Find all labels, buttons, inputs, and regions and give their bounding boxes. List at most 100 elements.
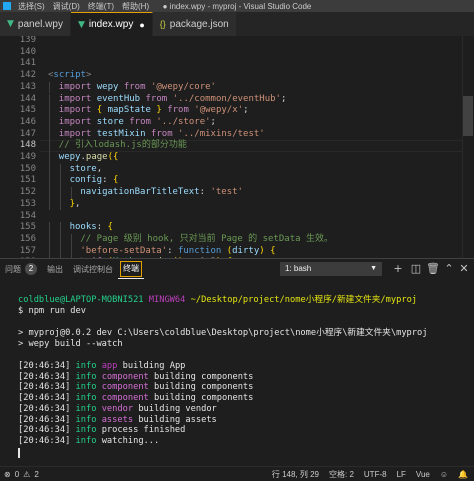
code-token: function (177, 245, 227, 256)
code-token: import (58, 81, 97, 92)
log-time: [20:46:34] (18, 382, 71, 393)
split-terminal-icon[interactable]: ◫ (408, 261, 424, 277)
menu-debug[interactable]: 调试(D) (49, 1, 84, 12)
menu-help[interactable]: 帮助(H) (118, 1, 153, 12)
unsaved-dot-icon[interactable]: ● (139, 20, 144, 30)
log-level: info (75, 371, 97, 382)
log-level: info (75, 382, 97, 393)
log-line: [20:46:34] info watching... (18, 436, 159, 447)
log-message: building components (154, 393, 254, 404)
indent-guide (49, 81, 50, 94)
encoding[interactable]: UTF-8 (364, 470, 387, 479)
log-tag: app (101, 361, 118, 371)
editor-tab-bar: ▼ panel.wpy ▼ index.wpy ● {} package.jso… (0, 12, 474, 36)
trash-icon[interactable]: 🗑 (425, 261, 441, 277)
language-mode[interactable]: Vue (416, 470, 430, 479)
indent-guide (49, 93, 50, 106)
tab-package-json[interactable]: {} package.json (152, 12, 237, 36)
tab-label: index.wpy (88, 19, 134, 30)
menu-selection[interactable]: 选择(S) (14, 1, 49, 12)
tab-index-wpy[interactable]: ▼ index.wpy ● (70, 12, 153, 36)
problems-summary[interactable]: ⊗ 0 ⚠ 2 (0, 470, 39, 479)
line-number: 139 (19, 36, 36, 45)
code-token: from (145, 128, 179, 139)
log-line: [20:46:34] info process finished (18, 425, 185, 436)
tab-label: package.json (169, 18, 229, 30)
code-token: config (69, 175, 103, 186)
code-token: store (96, 116, 124, 127)
code-line: wepy.page({ (59, 152, 119, 164)
close-icon[interactable]: ✕ (456, 261, 472, 277)
code-editor[interactable]: 139 140 141 142 143 144 145 146 147 148 149 150 151 1… (0, 36, 474, 258)
line-ending[interactable]: LF (397, 470, 406, 479)
line-number: 148 (19, 140, 36, 151)
panel-tab-label: 调试控制台 (73, 264, 113, 274)
indent-guide (49, 222, 50, 234)
terminal-scrollbar[interactable] (462, 279, 474, 467)
code-token: from (161, 105, 195, 116)
panel-tab-label: 终端 (123, 264, 139, 273)
code-token: from (123, 116, 157, 127)
panel-tab-terminal[interactable]: 终端 (118, 259, 144, 279)
code-token: ({ (107, 152, 119, 162)
code-token: '../store' (156, 116, 211, 127)
log-tag: component (101, 382, 149, 393)
log-tag: vendor (101, 403, 134, 414)
code-line: import eventHub from '../common/eventHub… (59, 94, 287, 106)
code-token: '../common/eventHub' (172, 93, 281, 104)
cursor-position[interactable]: 行 148, 列 29 (272, 469, 319, 480)
problems-count-badge: 2 (25, 263, 37, 275)
indent-guide (49, 140, 50, 152)
log-level: info (75, 361, 97, 371)
code-token: testMixin (96, 128, 146, 139)
code-token: import (58, 105, 97, 116)
editor-scrollbar[interactable] (462, 36, 474, 258)
code-token: ) { (259, 245, 276, 256)
line-number: 156 (19, 233, 36, 244)
code-line: config: { (70, 175, 119, 187)
code-token: wepy (58, 152, 81, 162)
chevron-up-icon[interactable]: ⌃ (441, 261, 457, 277)
menu-terminal[interactable]: 终端(T) (84, 1, 118, 12)
line-number-gutter: 139 140 141 142 143 144 145 146 147 148 149 150 151 1… (0, 36, 40, 258)
log-time: [20:46:34] (18, 403, 71, 414)
status-bar: ⊗ 0 ⚠ 2 行 148, 列 29 空格: 2 UTF-8 LF Vue ☺… (0, 466, 474, 481)
terminal-shell-select[interactable]: 1: bash ▼ (280, 262, 382, 276)
add-terminal-icon[interactable]: + (390, 261, 406, 277)
panel-header: 问题 2 输出 调试控制台 终端 1: bash ▼ + ◫ 🗑 ⌃ ✕ (0, 259, 474, 279)
code-line: // Page 级别 hook, 只对当前 Page 的 setData 生效。 (80, 234, 333, 246)
code-token: , (75, 198, 81, 209)
terminal-run-line: > myproj@0.0.2 dev C:\Users\coldblue\Des… (18, 328, 428, 338)
code-token: page (85, 152, 108, 162)
line-number: 152 (19, 187, 36, 198)
log-level: info (75, 403, 97, 414)
log-time: [20:46:34] (18, 371, 71, 382)
code-token: : (102, 175, 113, 186)
panel-tab-output[interactable]: 输出 (42, 259, 68, 279)
bell-icon[interactable]: 🔔 (458, 470, 468, 479)
code-token: eventHub (96, 93, 141, 104)
indent-guide (49, 152, 50, 164)
editor-scroll-thumb[interactable] (463, 96, 473, 136)
log-line: [20:46:34] info component building compo… (18, 393, 253, 404)
indentation[interactable]: 空格: 2 (329, 469, 354, 480)
line-number: 145 (19, 105, 36, 116)
shell-select-value: 1: bash (285, 264, 312, 273)
indent-guide (59, 233, 61, 246)
feedback-icon[interactable]: ☺ (440, 470, 448, 479)
panel-tab-debug-console[interactable]: 调试控制台 (68, 259, 118, 279)
tab-panel-wpy[interactable]: ▼ panel.wpy (0, 12, 71, 36)
code-token: { (107, 222, 113, 233)
indent-guide (70, 233, 72, 246)
panel-tab-problems[interactable]: 问题 2 (0, 259, 42, 279)
indent-guide (70, 187, 72, 199)
line-number: 155 (19, 222, 36, 233)
error-icon: ⊗ (4, 469, 11, 479)
indent-guide (49, 163, 50, 176)
indent-guide (59, 245, 61, 258)
prompt-host: MINGW64 (148, 295, 186, 305)
indent-guide (49, 233, 50, 246)
code-line: hooks: { (70, 222, 113, 234)
terminal-command: $ npm run dev (18, 306, 86, 316)
chevron-down-icon: ▼ (370, 265, 377, 272)
